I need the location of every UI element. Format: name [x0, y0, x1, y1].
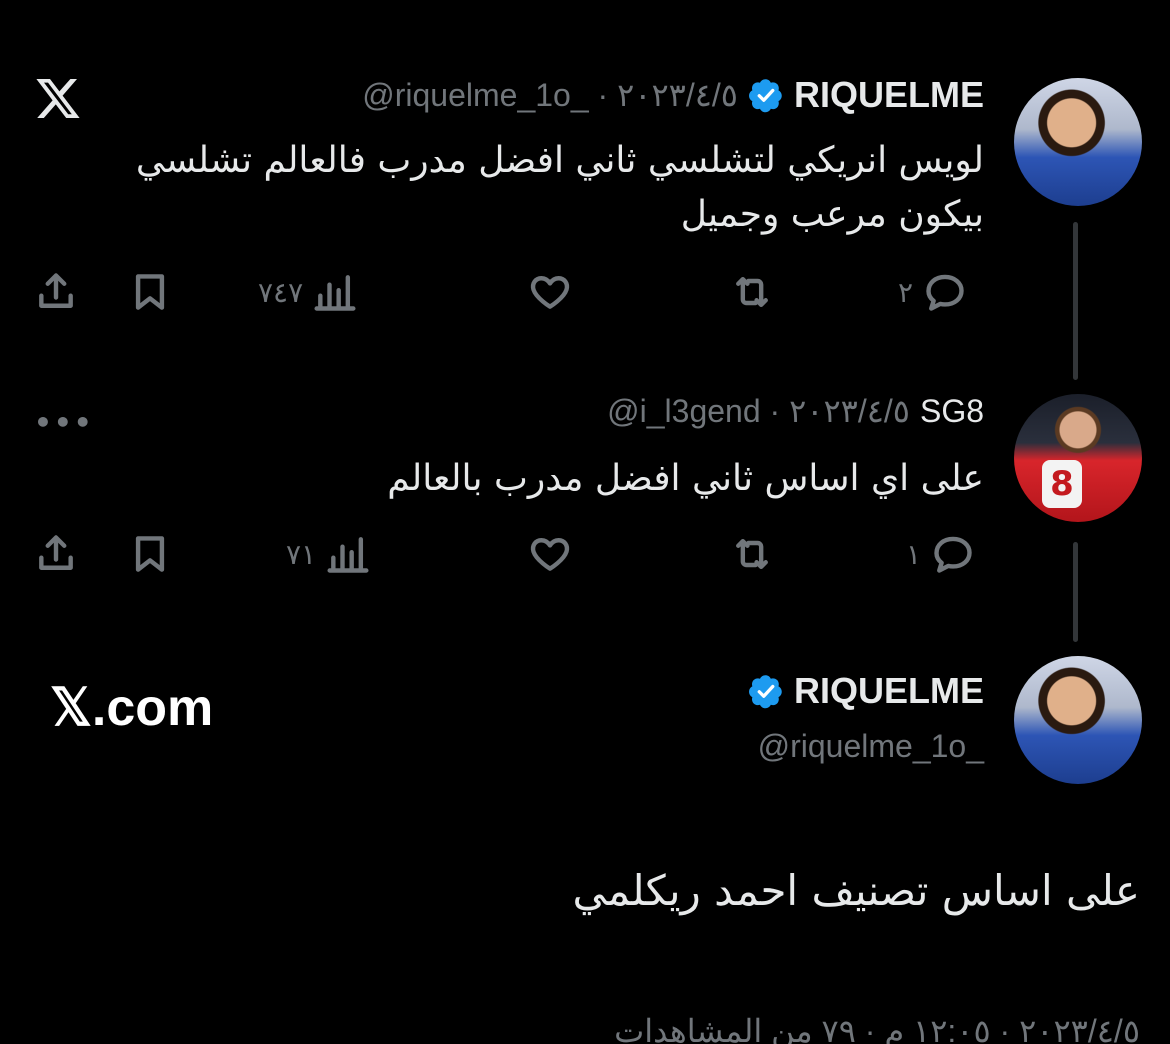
x-logo-icon: [36, 79, 80, 118]
retweet-icon: [736, 276, 768, 308]
views-count: ٧٤٧: [258, 275, 304, 309]
like-button[interactable]: [528, 532, 572, 576]
bookmark-button[interactable]: [128, 532, 172, 576]
views-button[interactable]: ٧٤٧: [258, 270, 357, 314]
share-icon: [39, 535, 73, 570]
views-count: ٧١: [286, 537, 317, 571]
views-button[interactable]: ٧١: [286, 532, 370, 576]
reply-button[interactable]: ١: [906, 532, 975, 576]
share-button[interactable]: [34, 270, 78, 314]
reply-count: ١: [906, 537, 922, 571]
main-tweet-text: على اساس تصنيف احمد ريكلمي: [572, 866, 1140, 915]
tweet-handle[interactable]: @riquelme_1o_: [758, 728, 984, 765]
tweet-header: @riquelme_1o_ · ٢٠٢٣/٤/٥ RIQUELME: [362, 74, 984, 116]
more-options-icon[interactable]: •••: [34, 406, 94, 439]
analytics-icon: [314, 275, 356, 311]
site-logo: 𝕏.com: [50, 679, 214, 737]
like-button[interactable]: [528, 270, 572, 314]
bookmark-button[interactable]: [128, 270, 172, 314]
heart-icon: [530, 276, 570, 309]
tweet-text: على اي اساس ثاني افضل مدرب بالعالم: [387, 458, 984, 499]
avatar[interactable]: [1014, 656, 1142, 784]
avatar[interactable]: [1014, 78, 1142, 206]
bookmark-icon: [135, 536, 165, 572]
reply-icon: [926, 274, 964, 311]
share-icon: [39, 273, 73, 308]
tweet-text-line: بيكون مرعب وجميل: [680, 194, 984, 235]
tweet-author-name[interactable]: SG8: [920, 393, 984, 430]
retweet-button[interactable]: [730, 270, 774, 314]
reply-count: ٢: [898, 275, 914, 309]
thread-line: [1073, 222, 1078, 380]
tweet-author-name[interactable]: RIQUELME: [794, 670, 984, 712]
heart-icon: [530, 538, 570, 571]
tweet-author-name[interactable]: RIQUELME: [794, 74, 984, 116]
thread-line: [1073, 542, 1078, 642]
verified-badge-icon: [749, 79, 782, 113]
tweet-handle-date[interactable]: @i_l3gend · ٢٠٢٣/٤/٥: [607, 392, 910, 430]
analytics-icon: [327, 537, 369, 573]
tweet-text-line: لويس انريكي لتشلسي ثاني افضل مدرب فالعال…: [135, 140, 984, 181]
tweet-text: لويس انريكي لتشلسي ثاني افضل مدرب فالعال…: [34, 134, 984, 242]
reply-icon: [934, 536, 972, 573]
tweet-header: RIQUELME: [748, 670, 984, 712]
bookmark-icon: [135, 274, 165, 310]
reply-button[interactable]: ٢: [898, 270, 967, 314]
avatar[interactable]: 8: [1014, 394, 1142, 522]
retweet-button[interactable]: [730, 532, 774, 576]
tweet-header: @i_l3gend · ٢٠٢٣/٤/٥ SG8: [607, 392, 984, 430]
verified-badge-icon: [749, 675, 782, 709]
share-button[interactable]: [34, 532, 78, 576]
tweet-timestamp-views[interactable]: ٢٠٢٣/٤/٥ · ١٢:٠٥ م · ٧٩ من المشاهدات: [40, 1012, 1140, 1044]
jersey-number-icon: 8: [1042, 460, 1082, 508]
tweet-handle-date[interactable]: @riquelme_1o_ · ٢٠٢٣/٤/٥: [362, 76, 738, 114]
retweet-icon: [736, 538, 768, 570]
